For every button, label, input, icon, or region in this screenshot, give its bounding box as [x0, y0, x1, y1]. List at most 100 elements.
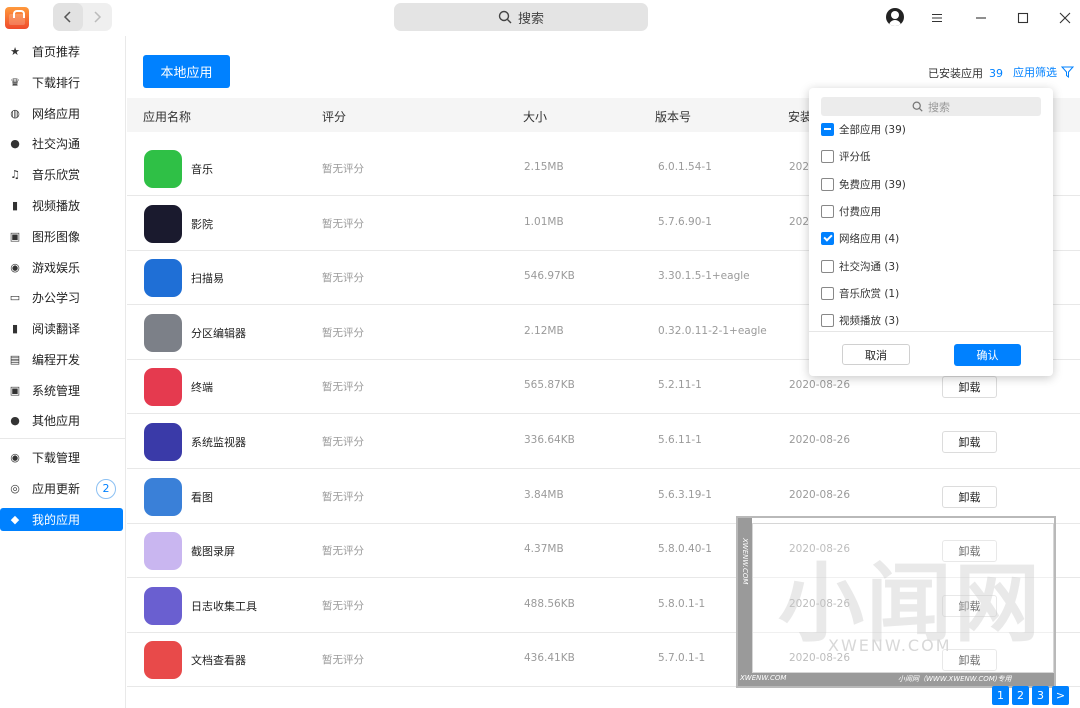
sidebar-item-label: 应用更新: [32, 482, 81, 496]
sidebar-item-downloads[interactable]: ◉ 下载管理: [0, 446, 123, 469]
app-size: 565.87KB: [524, 379, 575, 391]
watermark-side-text: XWENW.COM: [738, 518, 752, 686]
next-page-button[interactable]: >: [1052, 686, 1069, 705]
refresh-icon: ◎: [10, 482, 20, 495]
app-name: 文档查看器: [191, 654, 246, 667]
app-filter-button[interactable]: 应用筛选: [1013, 64, 1074, 80]
app-size: 3.84MB: [524, 489, 564, 501]
minimize-icon[interactable]: [971, 8, 991, 28]
uninstall-button[interactable]: 卸载: [942, 431, 997, 453]
menu-icon[interactable]: [927, 8, 947, 28]
app-version: 3.30.1.5-1+eagle: [658, 270, 750, 282]
checkbox[interactable]: [821, 204, 834, 218]
checkbox[interactable]: [821, 177, 834, 191]
filter-option[interactable]: 评分低: [821, 147, 1041, 165]
uninstall-button[interactable]: 卸载: [942, 486, 997, 508]
app-size: 336.64KB: [524, 434, 575, 446]
app-name: 截图录屏: [191, 545, 235, 558]
user-avatar-icon[interactable]: [886, 8, 904, 26]
sidebar-item-video[interactable]: ▮ 视频播放: [0, 194, 123, 217]
sidebar-item-ranking[interactable]: ♛ 下载排行: [0, 71, 123, 94]
sidebar-item-music[interactable]: ♫ 音乐欣赏: [0, 163, 123, 186]
sidebar-item-network[interactable]: ◍ 网络应用: [0, 102, 123, 125]
checkbox[interactable]: [821, 122, 834, 136]
nav-buttons: [53, 3, 112, 31]
back-button[interactable]: [53, 3, 83, 31]
update-count-badge: 2: [96, 478, 116, 499]
app-icon: [144, 205, 182, 243]
sidebar-item-home[interactable]: ★ 首页推荐: [0, 40, 123, 63]
app-version: 5.7.6.90-1: [658, 216, 712, 228]
app-version: 5.6.3.19-1: [658, 489, 712, 501]
sidebar-item-system[interactable]: ▣ 系统管理: [0, 379, 123, 402]
watermark-url: XWENW.COM: [828, 636, 952, 655]
installed-label: 已安装应用: [928, 67, 983, 80]
page-3-button[interactable]: 3: [1032, 686, 1049, 705]
page-1-button[interactable]: 1: [992, 686, 1009, 705]
close-icon[interactable]: [1055, 8, 1075, 28]
sidebar-item-my-apps[interactable]: ◆ 我的应用: [0, 508, 123, 531]
filter-option[interactable]: 全部应用 (39): [821, 120, 1041, 138]
filter-option[interactable]: 付费应用: [821, 202, 1041, 220]
app-size: 1.01MB: [524, 216, 564, 228]
app-icon: [144, 423, 182, 461]
sidebar-item-reading[interactable]: ▮ 阅读翻译: [0, 317, 123, 340]
app-icon: [144, 532, 182, 570]
sidebar-item-graphics[interactable]: ▣ 图形图像: [0, 225, 123, 248]
search-icon: [498, 10, 512, 24]
chevron-right-icon: [94, 11, 102, 23]
watermark: XWENW.COM 小闻网 XWENW.COM XWENW.COM 小闻网（WW…: [736, 516, 1056, 688]
filter-icon: [1061, 66, 1074, 78]
filter-option[interactable]: 免费应用 (39): [821, 175, 1041, 193]
cancel-button[interactable]: 取消: [842, 344, 910, 365]
app-rating: 暂无评分: [322, 381, 364, 393]
download-icon: ◉: [10, 451, 20, 464]
more-icon: ●: [10, 414, 20, 427]
filter-option[interactable]: 音乐欣赏 (1): [821, 284, 1041, 302]
package-icon: ◆: [10, 513, 20, 526]
app-rating: 暂无评分: [322, 600, 364, 612]
filter-option[interactable]: 社交沟通 (3): [821, 257, 1041, 275]
sidebar-item-label: 游戏娱乐: [32, 261, 81, 275]
app-rating: 暂无评分: [322, 272, 364, 284]
uninstall-button[interactable]: 卸载: [942, 376, 997, 398]
sidebar-item-label: 视频播放: [32, 199, 81, 213]
sidebar-item-office[interactable]: ▭ 办公学习: [0, 286, 123, 309]
checkbox[interactable]: [821, 259, 834, 273]
local-apps-button[interactable]: 本地应用: [143, 55, 230, 88]
checkbox[interactable]: [821, 231, 834, 245]
app-icon: [144, 478, 182, 516]
sidebar-item-games[interactable]: ◉ 游戏娱乐: [0, 256, 123, 279]
checkbox[interactable]: [821, 149, 834, 163]
page-2-button[interactable]: 2: [1012, 686, 1029, 705]
app-store-logo-icon: [5, 7, 29, 29]
sidebar: ★ 首页推荐 ♛ 下载排行 ◍ 网络应用 ● 社交沟通 ♫ 音乐欣赏 ▮ 视频播…: [0, 36, 126, 708]
checkbox[interactable]: [821, 313, 834, 327]
maximize-icon[interactable]: [1013, 8, 1033, 28]
sidebar-item-updates[interactable]: ◎ 应用更新 2: [0, 477, 123, 500]
column-version: 版本号: [655, 110, 692, 124]
filter-option[interactable]: 视频播放 (3): [821, 311, 1041, 329]
filter-option[interactable]: 网络应用 (4): [821, 229, 1041, 247]
sidebar-divider: [0, 438, 125, 439]
global-search-input[interactable]: 搜索: [394, 3, 648, 31]
sidebar-item-label: 下载管理: [32, 451, 81, 465]
filter-search-input[interactable]: 搜索: [821, 97, 1041, 116]
app-install-date: 2020-08-26: [789, 379, 851, 391]
film-icon: ▮: [11, 199, 19, 212]
confirm-button[interactable]: 确认: [954, 344, 1021, 366]
sidebar-item-label: 阅读翻译: [32, 322, 81, 336]
table-row[interactable]: 系统监视器 暂无评分 336.64KB 5.6.11-1 2020-08-26 卸载: [127, 414, 1080, 469]
sidebar-item-social[interactable]: ● 社交沟通: [0, 132, 123, 155]
code-icon: ▤: [9, 353, 21, 366]
forward-button[interactable]: [83, 3, 113, 31]
sidebar-item-other[interactable]: ● 其他应用: [0, 409, 123, 432]
sidebar-item-label: 图形图像: [32, 230, 81, 244]
checkbox[interactable]: [821, 286, 834, 300]
filter-option-label: 视频播放 (3): [839, 314, 900, 327]
column-name: 应用名称: [143, 110, 192, 124]
sidebar-item-programming[interactable]: ▤ 编程开发: [0, 348, 123, 371]
app-name: 系统监视器: [191, 436, 246, 449]
sidebar-item-label: 音乐欣赏: [32, 168, 81, 182]
sidebar-item-label: 下载排行: [32, 76, 81, 90]
